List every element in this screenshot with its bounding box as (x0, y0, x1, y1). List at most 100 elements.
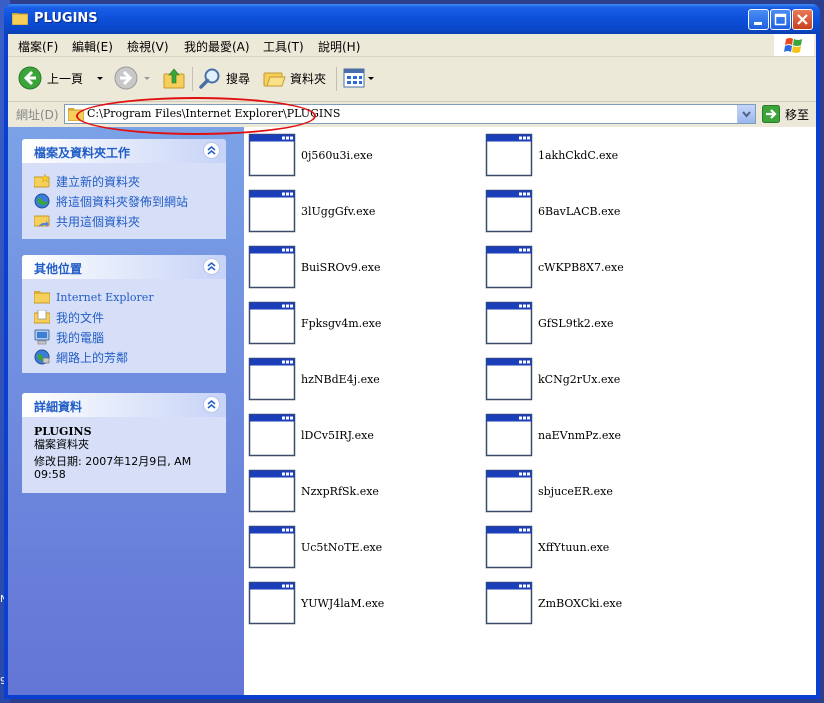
other-places-panel: 其他位置 Internet Explorer 我的文件 我的電腦 網路上的芳鄰 (22, 255, 226, 373)
menu-edit[interactable]: 編輯(E) (72, 38, 113, 55)
menu-file[interactable]: 檔案(F) (18, 38, 58, 55)
file-item[interactable]: kCNg2rUx.exe (485, 357, 620, 401)
application-icon (485, 357, 533, 401)
go-button[interactable]: 移至 (762, 105, 809, 123)
file-item[interactable]: 3lUggGfv.exe (248, 189, 375, 233)
panel-title: 詳細資料 (34, 400, 83, 414)
file-item[interactable]: YUWJ4laM.exe (248, 581, 384, 625)
file-item[interactable]: GfSL9tk2.exe (485, 301, 614, 345)
panel-header[interactable]: 檔案及資料夾工作 (22, 139, 226, 163)
file-item[interactable]: NzxpRfSk.exe (248, 469, 379, 513)
search-label: 搜尋 (226, 71, 251, 86)
views-button[interactable] (342, 65, 375, 91)
place-label: 我的電腦 (56, 330, 105, 345)
new-folder-icon (34, 174, 50, 188)
collapse-button[interactable] (203, 142, 220, 159)
close-button[interactable] (792, 9, 813, 30)
collapse-button[interactable] (203, 396, 220, 413)
file-item[interactable]: 6BavLACB.exe (485, 189, 620, 233)
panel-header[interactable]: 其他位置 (22, 255, 226, 279)
folder-icon (68, 108, 84, 121)
task-publish-web[interactable]: 將這個資料夾發佈到網站 (34, 191, 214, 211)
file-item[interactable]: hzNBdE4j.exe (248, 357, 380, 401)
maximize-button[interactable] (770, 9, 791, 30)
application-icon (485, 189, 533, 233)
application-icon (248, 525, 296, 569)
search-icon (199, 68, 220, 89)
menu-view[interactable]: 檢視(V) (127, 38, 169, 55)
file-name: Uc5tNoTE.exe (301, 540, 383, 554)
toolbar-separator (192, 67, 193, 91)
details-panel: 詳細資料 PLUGINS 檔案資料夾 修改日期: 2007年12月9日, AM … (22, 393, 226, 493)
file-name: 6BavLACB.exe (538, 204, 621, 218)
application-icon (248, 301, 296, 345)
task-new-folder[interactable]: 建立新的資料夾 (34, 171, 214, 191)
forward-button[interactable] (114, 65, 152, 91)
file-name: BuiSROv9.exe (301, 260, 381, 274)
file-item[interactable]: 0j560u3i.exe (248, 133, 373, 177)
file-name: sbjuceER.exe (538, 484, 613, 498)
task-pane: 檔案及資料夾工作 建立新的資料夾 將這個資料夾發佈到網站 共用這個資料夾 其他位… (8, 127, 244, 695)
task-label: 將這個資料夾發佈到網站 (56, 194, 189, 209)
task-share-folder[interactable]: 共用這個資料夾 (34, 211, 214, 231)
chevron-down-icon (742, 111, 751, 118)
place-my-documents[interactable]: 我的文件 (34, 307, 214, 327)
file-item[interactable]: sbjuceER.exe (485, 469, 613, 513)
address-bar: 網址(D) C:\Program Files\Internet Explorer… (8, 102, 816, 126)
place-internet-explorer[interactable]: Internet Explorer (34, 287, 214, 307)
chevron-up-icon (207, 400, 216, 409)
minimize-button[interactable] (748, 9, 769, 30)
file-item[interactable]: BuiSROv9.exe (248, 245, 380, 289)
place-label: 網路上的芳鄰 (56, 350, 129, 365)
address-input[interactable]: C:\Program Files\Internet Explorer\PLUGI… (64, 104, 756, 124)
file-item[interactable]: ZmBOXCki.exe (485, 581, 622, 625)
up-folder-button[interactable] (162, 65, 186, 91)
file-item[interactable]: Fpksgv4m.exe (248, 301, 381, 345)
menu-tools[interactable]: 工具(T) (263, 38, 304, 55)
application-icon (485, 413, 533, 457)
chevron-down-icon[interactable] (367, 73, 375, 83)
file-name: YUWJ4laM.exe (301, 596, 385, 610)
file-item[interactable]: naEVnmPz.exe (485, 413, 621, 457)
collapse-button[interactable] (203, 258, 220, 275)
file-item[interactable]: XffYtuun.exe (485, 525, 609, 569)
details-modified-time: 09:58 (34, 468, 66, 481)
file-list: 0j560u3i.exe 1akhCkdC.exe 3lUggGfv.exe 6Bav… (244, 127, 816, 695)
panel-header[interactable]: 詳細資料 (22, 393, 226, 417)
menu-favorites[interactable]: 我的最愛(A) (184, 38, 250, 55)
title-bar[interactable]: PLUGINS (4, 4, 820, 34)
window-client: 檔案(F) 編輯(E) 檢視(V) 我的最愛(A) 工具(T) 說明(H) 上一… (8, 34, 816, 695)
application-icon (248, 581, 296, 625)
file-name: cWKPB8X7.exe (538, 260, 624, 274)
application-icon (248, 245, 296, 289)
window-title: PLUGINS (34, 11, 98, 26)
details-type: 檔案資料夾 (34, 438, 89, 451)
search-button[interactable]: 搜尋 (198, 65, 250, 91)
chevron-down-icon[interactable] (142, 73, 152, 83)
application-icon (485, 525, 533, 569)
menu-help[interactable]: 說明(H) (318, 38, 360, 55)
application-icon (248, 189, 296, 233)
chevron-up-icon (207, 146, 216, 155)
back-button[interactable]: 上一頁 (18, 65, 105, 91)
address-dropdown-button[interactable] (737, 105, 755, 123)
chevron-down-icon[interactable] (95, 73, 105, 83)
file-item[interactable]: Uc5tNoTE.exe (248, 525, 382, 569)
file-item[interactable]: 1akhCkdC.exe (485, 133, 618, 177)
views-icon (343, 68, 365, 88)
file-name: Fpksgv4m.exe (301, 316, 382, 330)
place-my-computer[interactable]: 我的電腦 (34, 327, 214, 347)
go-label: 移至 (785, 107, 810, 122)
file-name: 0j560u3i.exe (301, 148, 373, 162)
toolbar-separator (336, 67, 337, 91)
back-label: 上一頁 (47, 71, 84, 86)
file-item[interactable]: lDCv5IRJ.exe (248, 413, 374, 457)
application-icon (248, 469, 296, 513)
folders-button[interactable]: 資料夾 (262, 65, 326, 91)
explorer-window: PLUGINS 檔案(F) 編輯(E) 檢視(V) 我的最愛(A) 工具(T) … (4, 4, 820, 699)
place-network[interactable]: 網路上的芳鄰 (34, 347, 214, 367)
address-label: 網址(D) (16, 108, 59, 122)
file-name: lDCv5IRJ.exe (301, 428, 374, 442)
file-item[interactable]: cWKPB8X7.exe (485, 245, 624, 289)
windows-flag-icon (784, 38, 802, 53)
